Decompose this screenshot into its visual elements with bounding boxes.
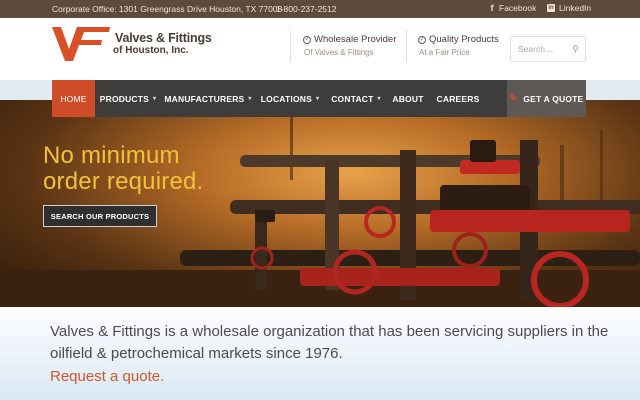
nav-label: ABOUT (392, 93, 424, 104)
nav-label: CONTACT (331, 93, 374, 104)
pencil-icon: ✎ (509, 93, 518, 103)
nav-label: CAREERS (436, 93, 480, 104)
headline-line-1: No minimum (43, 142, 180, 169)
hero-banner: No minimum order required. SEARCH OUR PR… (0, 100, 640, 307)
main-nav: HOME PRODUCTS ▾ MANUFACTURERS ▾ LOCATIONS ▾… (52, 80, 586, 117)
nav-item-products[interactable]: PRODUCTS ▾ (95, 80, 161, 117)
corporate-address: Corporate Office: 1301 Greengrass Drive … (52, 4, 283, 14)
header-divider (406, 30, 407, 62)
company-logo[interactable] (52, 27, 110, 63)
nav-item-home[interactable]: HOME (52, 80, 95, 117)
chevron-down-icon: ▾ (316, 96, 320, 102)
phone-number[interactable]: 1-800-237-2512 (276, 4, 337, 14)
nav-item-about[interactable]: ABOUT (387, 80, 429, 117)
headline-line-2: order required. (43, 168, 204, 195)
linkedin-link[interactable]: in LinkedIn (547, 3, 591, 13)
request-quote-link[interactable]: Request a quote. (50, 368, 164, 385)
nav-label: PRODUCTS (99, 93, 150, 104)
site-header: Valves & Fittings of Houston, Inc. ✓ Whol… (0, 18, 640, 80)
nav-item-locations[interactable]: LOCATIONS ▾ (255, 80, 325, 117)
intro-section: Valves & Fittings is a wholesale organiz… (0, 307, 640, 400)
nav-label: HOME (60, 93, 87, 104)
facebook-label: Facebook (499, 3, 537, 13)
brand-subname: of Houston, Inc. (113, 45, 189, 56)
linkedin-label: LinkedIn (559, 3, 592, 13)
quote-label: GET A QUOTE (523, 93, 584, 104)
brand-name: Valves & Fittings (115, 31, 212, 45)
chevron-down-icon: ▾ (377, 96, 381, 102)
facebook-icon: f (490, 3, 494, 13)
intro-text: Valves & Fittings is a wholesale organiz… (50, 323, 609, 362)
chevron-down-icon: ▾ (153, 96, 157, 102)
feature-quality: ✓ Quality Products At a Fair Price (418, 34, 499, 57)
pipeline-valves-image (0, 110, 640, 307)
search-box[interactable]: ⚲ (510, 36, 586, 62)
search-products-button[interactable]: SEARCH OUR PRODUCTS (43, 205, 157, 227)
feature-subtitle: At a Fair Price (419, 48, 470, 57)
linkedin-icon: in (547, 4, 555, 12)
get-a-quote-button[interactable]: ✎ GET A QUOTE (507, 80, 586, 117)
nav-item-manufacturers[interactable]: MANUFACTURERS ▾ (161, 80, 255, 117)
feature-title: Quality Products (429, 34, 499, 45)
search-icon[interactable]: ⚲ (572, 44, 579, 55)
check-circle-icon: ✓ (418, 35, 426, 44)
feature-subtitle: Of Valves & Fittings (304, 48, 374, 57)
chevron-down-icon: ▾ (248, 96, 252, 102)
nav-label: LOCATIONS (260, 93, 312, 104)
hero-headline: No minimum order required. (43, 143, 203, 195)
nav-item-careers[interactable]: CAREERS (429, 80, 487, 117)
check-circle-icon: ✓ (303, 35, 311, 44)
header-divider (290, 30, 291, 62)
facebook-link[interactable]: f Facebook (489, 3, 537, 13)
feature-wholesale: ✓ Wholesale Provider Of Valves & Fittings (303, 34, 396, 57)
top-bar: Corporate Office: 1301 Greengrass Drive … (0, 0, 640, 18)
nav-label: MANUFACTURERS (164, 93, 245, 104)
search-input[interactable] (518, 44, 570, 54)
feature-title: Wholesale Provider (314, 34, 397, 45)
nav-item-contact[interactable]: CONTACT ▾ (325, 80, 387, 117)
